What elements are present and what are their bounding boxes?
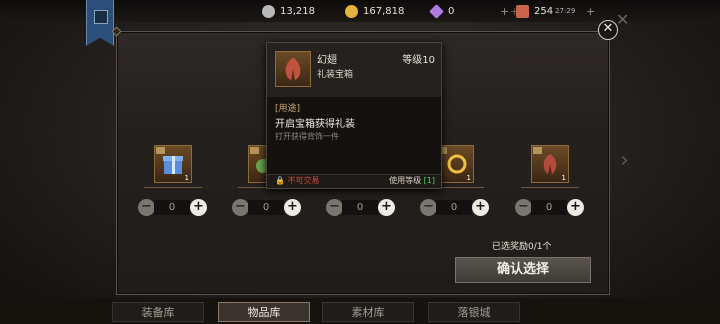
tooltip-use-label: [用途] xyxy=(275,104,301,114)
quantity-stepper: − 0 + xyxy=(138,199,208,217)
tab-materials[interactable]: 素材库 xyxy=(322,302,414,322)
quantity-value: 0 xyxy=(154,200,190,215)
bottom-tab-bar: 装备库 物品库 素材库 落银城 xyxy=(0,298,720,324)
required-level: 使用等级 [1] xyxy=(389,175,435,186)
quantity-stepper: − 0 + xyxy=(515,199,585,217)
quantity-stepper: − 0 + xyxy=(232,199,302,217)
tooltip-description: 打开获得背饰一件 xyxy=(275,132,339,141)
gold-resource: 167,818 xyxy=(345,3,404,19)
tooltip-header: 幻翅 礼装宝箱 等级10 xyxy=(267,43,441,97)
ticket-icon xyxy=(516,4,529,18)
quantity-value: 0 xyxy=(531,200,567,215)
increase-button[interactable]: + xyxy=(378,199,395,216)
item-count: 1 xyxy=(561,174,566,182)
quantity-stepper: − 0 + xyxy=(326,199,396,217)
confirm-selection-button[interactable]: 确认选择 xyxy=(455,257,591,283)
lock-badge-icon xyxy=(250,147,259,154)
item-count: 1 xyxy=(466,174,471,182)
slot-divider xyxy=(144,187,202,193)
decrease-button[interactable]: − xyxy=(420,199,437,216)
item-tooltip: 幻翅 礼装宝箱 等级10 [用途] 开启宝箱获得礼装 打开获得背饰一件 🔒 不可… xyxy=(266,42,442,189)
background-close-icon: ✕ xyxy=(616,10,630,29)
trade-lock-text: 不可交易 xyxy=(287,176,320,185)
ticket-timer: 27:29 xyxy=(555,7,576,15)
lock-icon: 🔒 xyxy=(275,176,285,185)
decrease-button[interactable]: − xyxy=(232,199,249,216)
gem-icon xyxy=(429,3,444,19)
tooltip-use-text: 开启宝箱获得礼装 xyxy=(275,119,355,130)
ticket-resource: 254 27:29 xyxy=(516,3,575,19)
increase-button[interactable]: + xyxy=(190,199,207,216)
selected-reward-count: 已选奖励0/1个 xyxy=(492,242,552,252)
guild-emblem-icon xyxy=(94,10,108,24)
decrease-button[interactable]: − xyxy=(138,199,155,216)
tooltip-item-name: 幻翅 xyxy=(317,55,337,66)
lock-badge-icon xyxy=(533,147,542,154)
tab-equipment[interactable]: 装备库 xyxy=(112,302,204,322)
increase-button[interactable]: + xyxy=(567,199,584,216)
gold-coin-icon xyxy=(345,4,358,18)
tooltip-item-type: 礼装宝箱 xyxy=(317,70,354,80)
trade-lock-label: 🔒 不可交易 xyxy=(275,175,320,186)
close-button[interactable]: ✕ xyxy=(598,20,618,40)
gem-resource: 0 xyxy=(429,3,455,19)
tab-silver-city[interactable]: 落银城 xyxy=(428,302,520,322)
wing-chest-icon xyxy=(275,51,311,87)
silver-amount: 13,218 xyxy=(280,5,315,17)
quantity-value: 0 xyxy=(436,200,472,215)
tooltip-footer: 🔒 不可交易 使用等级 [1] xyxy=(267,174,441,188)
item-count: 1 xyxy=(184,174,189,182)
lock-badge-icon xyxy=(156,147,165,154)
tooltip-item-level: 等级10 xyxy=(402,55,435,66)
add-gem-button[interactable]: + xyxy=(500,3,509,19)
ticket-amount: 254 xyxy=(534,5,554,17)
item-slot[interactable]: 1 xyxy=(531,145,569,183)
required-level-label: 使用等级 xyxy=(389,176,422,185)
gem-amount: 0 xyxy=(448,5,455,17)
item-slot[interactable]: 1 xyxy=(154,145,192,183)
required-level-value: [1] xyxy=(423,176,435,185)
decrease-button[interactable]: − xyxy=(326,199,343,216)
quantity-value: 0 xyxy=(342,200,378,215)
silver-coin-icon xyxy=(262,4,275,18)
add-ticket-button-2[interactable]: + xyxy=(586,3,595,19)
increase-button[interactable]: + xyxy=(284,199,301,216)
guild-banner[interactable] xyxy=(86,0,114,46)
quantity-value: 0 xyxy=(248,200,284,215)
gold-amount: 167,818 xyxy=(363,5,405,17)
next-page-arrow-icon[interactable]: › xyxy=(620,150,632,172)
tab-items[interactable]: 物品库 xyxy=(218,302,310,322)
silver-resource: 13,218 xyxy=(262,3,315,19)
slot-divider xyxy=(521,187,579,193)
decrease-button[interactable]: − xyxy=(515,199,532,216)
quantity-stepper: − 0 + xyxy=(420,199,490,217)
increase-button[interactable]: + xyxy=(472,199,489,216)
